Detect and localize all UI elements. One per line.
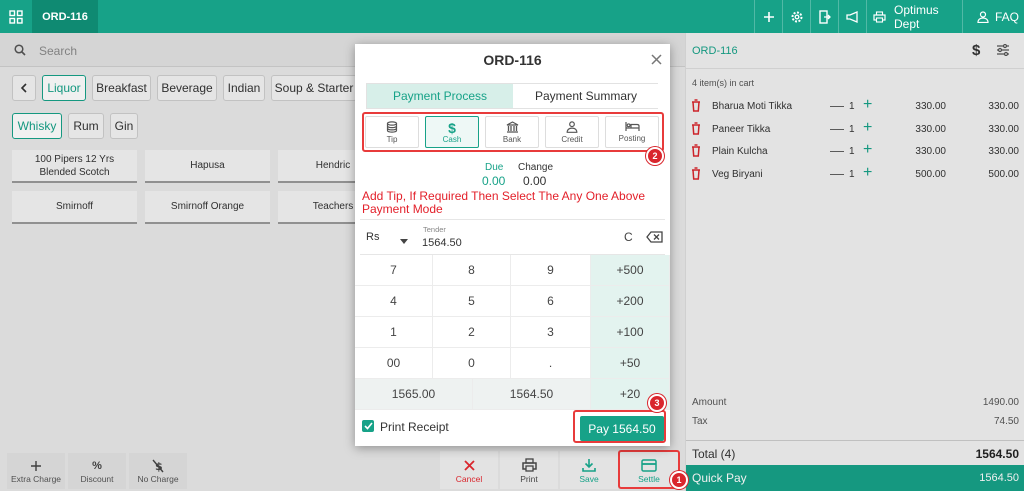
currency-select[interactable]: Rs: [366, 231, 379, 243]
due-value: 0.00: [482, 174, 506, 188]
printer-icon: [873, 10, 886, 23]
key-dot[interactable]: .: [511, 348, 591, 379]
key-0[interactable]: 0: [433, 348, 511, 379]
key-9[interactable]: 9: [511, 255, 591, 286]
tab-payment-summary[interactable]: Payment Summary: [513, 84, 659, 108]
key-plus-500[interactable]: +500: [591, 255, 670, 286]
faq-link[interactable]: FAQ: [962, 0, 1024, 33]
download-icon: [582, 456, 596, 474]
tender-row: Rs Tender 1564.50 C: [360, 219, 665, 255]
dept-selector[interactable]: Optimus Dept: [866, 0, 962, 33]
payment-modal: ORD-116 Payment Process Payment Summary …: [355, 44, 670, 446]
cancel-button[interactable]: Cancel: [440, 451, 498, 489]
save-label: Save: [579, 474, 599, 484]
due-label: Due: [485, 162, 504, 173]
quick-amount-exact[interactable]: 1564.50: [473, 379, 591, 410]
tab-payment-process[interactable]: Payment Process: [367, 84, 513, 108]
key-8[interactable]: 8: [433, 255, 511, 286]
step-badge-3: 3: [648, 394, 666, 412]
payment-tabs: Payment Process Payment Summary: [366, 83, 659, 109]
grid-icon[interactable]: [0, 0, 32, 33]
change-value: 0.00: [523, 174, 547, 188]
print-label: Print: [520, 474, 538, 484]
close-icon[interactable]: [651, 52, 662, 70]
clear-button[interactable]: C: [624, 230, 633, 244]
exit-icon[interactable]: [810, 0, 838, 33]
top-bar: ORD-116 Optimus Dept FAQ: [0, 0, 1024, 33]
key-2[interactable]: 2: [433, 317, 511, 348]
print-receipt-checkbox[interactable]: [362, 420, 374, 432]
modal-title: ORD-116: [483, 52, 542, 68]
instruction-annotation: Add Tip, If Required Then Select The Any…: [362, 189, 646, 216]
key-00[interactable]: 00: [355, 348, 433, 379]
key-4[interactable]: 4: [355, 286, 433, 317]
gear-icon[interactable]: [782, 0, 810, 33]
order-tab[interactable]: ORD-116: [32, 0, 98, 33]
print-receipt-label: Print Receipt: [380, 420, 449, 434]
key-plus-200[interactable]: +200: [591, 286, 670, 317]
key-plus-100[interactable]: +100: [591, 317, 670, 348]
quick-amount-rounded[interactable]: 1565.00: [355, 379, 473, 410]
megaphone-icon[interactable]: [838, 0, 866, 33]
pay-callout: [573, 410, 666, 443]
change-label: Change: [518, 162, 554, 173]
printer-icon: [521, 456, 537, 474]
plus-icon[interactable]: [754, 0, 782, 33]
tender-label: Tender: [423, 225, 446, 234]
step-badge-1: 1: [670, 471, 688, 489]
tender-input[interactable]: 1564.50: [422, 237, 462, 249]
payment-mode-callout: [362, 112, 664, 152]
cancel-label: Cancel: [455, 474, 483, 484]
key-3[interactable]: 3: [511, 317, 591, 348]
close-icon: [463, 456, 475, 474]
key-1[interactable]: 1: [355, 317, 433, 348]
print-button[interactable]: Print: [500, 451, 558, 489]
key-6[interactable]: 6: [511, 286, 591, 317]
user-icon: [977, 10, 989, 23]
faq-label: FAQ: [995, 9, 1020, 24]
caret-down-icon[interactable]: [400, 233, 408, 247]
backspace-icon[interactable]: [646, 231, 663, 246]
save-button[interactable]: Save: [560, 451, 618, 489]
dept-label: Optimus Dept: [894, 2, 939, 31]
step-badge-2: 2: [646, 147, 664, 165]
key-7[interactable]: 7: [355, 255, 433, 286]
key-5[interactable]: 5: [433, 286, 511, 317]
key-plus-50[interactable]: +50: [591, 348, 670, 379]
